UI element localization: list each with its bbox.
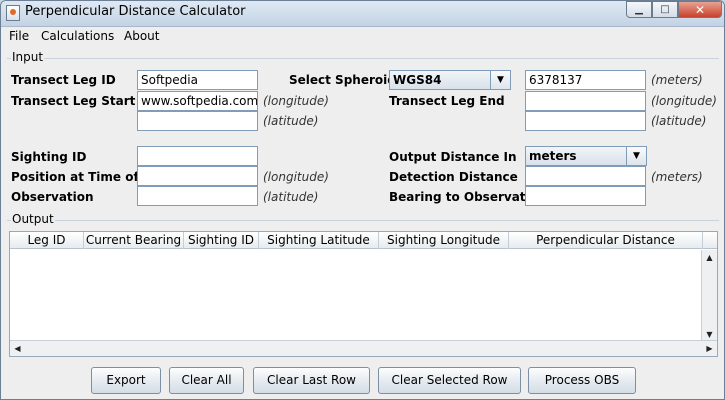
leg-start-latitude-unit: (latitude) [263, 114, 319, 128]
input-panel-border [7, 58, 719, 59]
process-obs-button[interactable]: Process OBS [528, 367, 636, 394]
select-spheroid-label: Select Spheroid [289, 73, 396, 87]
app-window: Perpendicular Distance Calculator ▁ □ ✕ … [0, 0, 725, 400]
chevron-down-icon[interactable]: ▼ [626, 147, 646, 165]
bearing-field[interactable] [525, 186, 646, 206]
position-longitude-field[interactable] [137, 166, 258, 186]
position-latitude-field[interactable] [137, 186, 258, 206]
output-unit-select[interactable]: meters ▼ [525, 146, 647, 166]
leg-end-longitude-unit: (longitude) [651, 94, 717, 108]
leg-end-latitude-field[interactable] [525, 111, 646, 131]
spheroid-radius-field[interactable]: 6378137 [525, 70, 646, 90]
spheroid-select-value: WGS84 [393, 73, 442, 87]
menu-file[interactable]: File [9, 29, 29, 43]
title-bar: Perpendicular Distance Calculator ▁ □ ✕ [1, 1, 724, 27]
position-label: Position at Time of [11, 170, 139, 184]
clear-last-row-button[interactable]: Clear Last Row [253, 367, 370, 394]
position-longitude-unit: (longitude) [263, 170, 329, 184]
output-table[interactable]: Leg ID Current Bearing Sighting ID Sight… [9, 231, 718, 357]
leg-start-longitude-field[interactable]: www.softpedia.com [137, 91, 258, 111]
spheroid-select[interactable]: WGS84 ▼ [389, 70, 511, 90]
position-latitude-unit: (latitude) [263, 190, 319, 204]
window-controls: ▁ □ ✕ [626, 1, 722, 19]
leg-start-longitude-unit: (longitude) [263, 94, 329, 108]
window-title: Perpendicular Distance Calculator [25, 4, 246, 19]
transect-leg-start-label: Transect Leg Start [11, 94, 136, 108]
scroll-left-icon[interactable]: ◀ [10, 341, 25, 355]
menu-about[interactable]: About [124, 29, 159, 43]
export-button[interactable]: Export [91, 367, 161, 394]
spheroid-radius-unit: (meters) [651, 73, 703, 87]
transect-leg-id-label: Transect Leg ID [11, 73, 116, 87]
column-header[interactable]: Sighting Latitude [259, 232, 379, 249]
menu-calculations[interactable]: Calculations [41, 29, 114, 43]
sighting-id-label: Sighting ID [11, 150, 87, 164]
column-header[interactable]: Sighting Longitude [379, 232, 509, 249]
table-header: Leg ID Current Bearing Sighting ID Sight… [10, 232, 717, 249]
maximize-button[interactable]: □ [652, 1, 678, 18]
output-panel-border [7, 220, 719, 221]
output-unit-select-value: meters [529, 149, 577, 163]
close-button[interactable]: ✕ [678, 1, 722, 18]
menu-bar: File Calculations About [1, 27, 724, 47]
transect-leg-end-label: Transect Leg End [389, 94, 505, 108]
output-panel-title: Output [11, 212, 55, 226]
scroll-right-icon[interactable]: ▶ [702, 341, 717, 355]
column-header[interactable]: Perpendicular Distance [509, 232, 703, 249]
scroll-up-icon[interactable]: ▲ [702, 250, 717, 264]
clear-selected-row-button[interactable]: Clear Selected Row [378, 367, 521, 394]
minimize-icon: ▁ [635, 4, 643, 15]
vertical-scrollbar[interactable]: ▲ ▼ [701, 250, 717, 341]
close-icon: ✕ [694, 2, 706, 17]
transect-leg-id-field[interactable]: Softpedia [137, 70, 258, 90]
horizontal-scrollbar[interactable]: ◀ ▶ [10, 340, 717, 356]
java-app-icon [6, 5, 20, 21]
minimize-button[interactable]: ▁ [626, 1, 652, 18]
leg-end-latitude-unit: (latitude) [651, 114, 707, 128]
scroll-down-icon[interactable]: ▼ [702, 327, 717, 341]
chevron-down-icon[interactable]: ▼ [490, 71, 510, 89]
maximize-icon: □ [660, 4, 670, 15]
input-panel-title: Input [11, 50, 45, 64]
sighting-id-field[interactable] [137, 146, 258, 166]
column-header[interactable]: Sighting ID [184, 232, 259, 249]
leg-end-longitude-field[interactable] [525, 91, 646, 111]
column-header[interactable]: Leg ID [10, 232, 84, 249]
bearing-label: Bearing to Observation [389, 190, 547, 204]
output-distance-in-label: Output Distance In [389, 150, 517, 164]
observation-label: Observation [11, 190, 94, 204]
clear-all-button[interactable]: Clear All [169, 367, 244, 394]
leg-start-latitude-field[interactable] [137, 111, 258, 131]
detection-distance-field[interactable] [525, 166, 646, 186]
detection-distance-label: Detection Distance [389, 170, 518, 184]
detection-distance-unit: (meters) [651, 170, 703, 184]
column-header[interactable]: Current Bearing [84, 232, 184, 249]
